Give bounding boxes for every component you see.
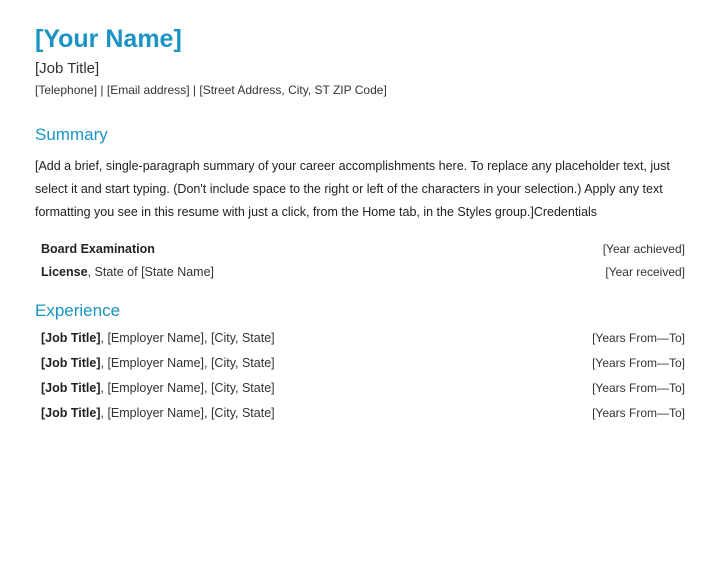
- credential-rest: , State of [State Name]: [88, 265, 214, 279]
- contact-line: [Telephone] | [Email address] | [Street …: [35, 83, 685, 97]
- credentials-block: Board Examination [Year achieved] Licens…: [35, 242, 685, 279]
- telephone: [Telephone]: [35, 83, 97, 97]
- experience-block: [Job Title], [Employer Name], [City, Sta…: [35, 331, 685, 420]
- summary-heading: Summary: [35, 125, 685, 145]
- summary-text: [Add a brief, single-paragraph summary o…: [35, 155, 685, 224]
- experience-rest: , [Employer Name], [City, State]: [101, 406, 275, 420]
- experience-heading: Experience: [35, 301, 685, 321]
- experience-left: [Job Title], [Employer Name], [City, Sta…: [41, 381, 275, 395]
- credential-year: [Year received]: [605, 265, 685, 279]
- separator: |: [190, 83, 200, 97]
- credential-year: [Year achieved]: [603, 242, 685, 256]
- experience-left: [Job Title], [Employer Name], [City, Sta…: [41, 406, 275, 420]
- job-title: [Job Title]: [35, 60, 685, 77]
- experience-row: [Job Title], [Employer Name], [City, Sta…: [35, 381, 685, 395]
- credential-row: Board Examination [Year achieved]: [35, 242, 685, 256]
- separator: |: [97, 83, 107, 97]
- experience-years: [Years From—To]: [592, 356, 685, 370]
- experience-years: [Years From—To]: [592, 381, 685, 395]
- email: [Email address]: [107, 83, 190, 97]
- experience-years: [Years From—To]: [592, 406, 685, 420]
- credential-row: License, State of [State Name] [Year rec…: [35, 265, 685, 279]
- experience-rest: , [Employer Name], [City, State]: [101, 381, 275, 395]
- experience-rest: , [Employer Name], [City, State]: [101, 331, 275, 345]
- experience-title: [Job Title]: [41, 331, 101, 345]
- credential-title: Board Examination: [41, 242, 155, 256]
- experience-row: [Job Title], [Employer Name], [City, Sta…: [35, 356, 685, 370]
- name-heading: [Your Name]: [35, 25, 685, 54]
- credential-left: License, State of [State Name]: [41, 265, 214, 279]
- experience-years: [Years From—To]: [592, 331, 685, 345]
- experience-title: [Job Title]: [41, 381, 101, 395]
- experience-left: [Job Title], [Employer Name], [City, Sta…: [41, 356, 275, 370]
- experience-left: [Job Title], [Employer Name], [City, Sta…: [41, 331, 275, 345]
- experience-row: [Job Title], [Employer Name], [City, Sta…: [35, 406, 685, 420]
- experience-row: [Job Title], [Employer Name], [City, Sta…: [35, 331, 685, 345]
- experience-rest: , [Employer Name], [City, State]: [101, 356, 275, 370]
- address: [Street Address, City, ST ZIP Code]: [199, 83, 386, 97]
- experience-title: [Job Title]: [41, 356, 101, 370]
- credential-left: Board Examination: [41, 242, 155, 256]
- experience-title: [Job Title]: [41, 406, 101, 420]
- credential-title: License: [41, 265, 88, 279]
